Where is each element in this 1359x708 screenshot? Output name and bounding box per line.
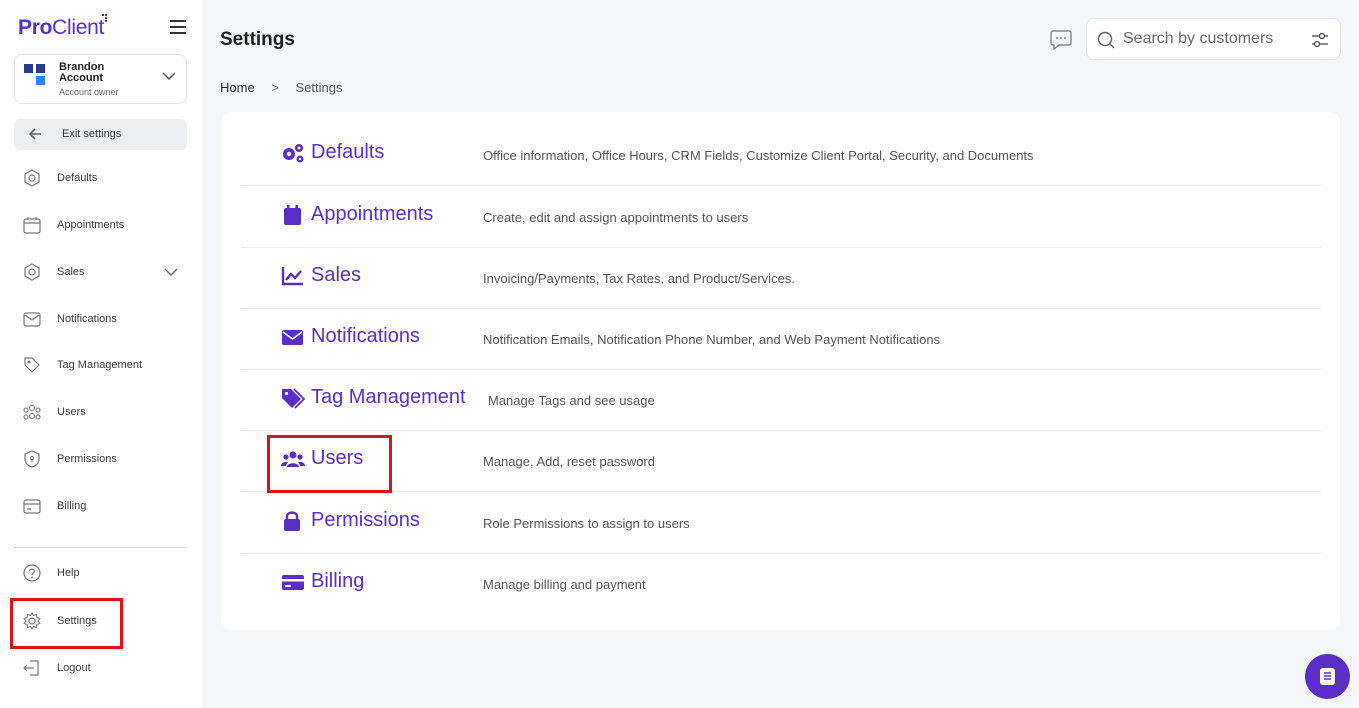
users-link[interactable]: Users bbox=[281, 447, 363, 470]
gear-icon bbox=[23, 611, 41, 631]
permissions-link[interactable]: Permissions bbox=[281, 509, 420, 532]
sidebar-item-settings[interactable]: Settings bbox=[14, 604, 187, 638]
sidebar-item-appointments[interactable]: Appointments bbox=[14, 208, 187, 242]
chevron-down-icon[interactable] bbox=[164, 267, 178, 277]
settings-row-billing: Billing Manage billing and payment bbox=[241, 554, 1321, 615]
notebook-icon bbox=[1320, 668, 1335, 685]
sidebar-item-defaults[interactable]: Defaults bbox=[14, 161, 187, 195]
chat-bubble-icon[interactable] bbox=[1050, 29, 1072, 50]
search-icon bbox=[1097, 31, 1115, 49]
users-icon bbox=[23, 404, 41, 420]
tag-management-description: Manage Tags and see usage bbox=[488, 393, 655, 408]
proclient-logo[interactable]: ProClient bbox=[18, 14, 107, 40]
tag-management-link[interactable]: Tag Management bbox=[281, 386, 466, 409]
exit-settings-button[interactable]: Exit settings bbox=[14, 119, 187, 150]
billing-description: Manage billing and payment bbox=[483, 577, 646, 592]
envelope-icon bbox=[23, 312, 41, 327]
defaults-description: Office information, Office Hours, CRM Fi… bbox=[483, 148, 1034, 163]
chart-line-icon bbox=[281, 266, 303, 285]
appointments-description: Create, edit and assign appointments to … bbox=[483, 210, 749, 225]
sidebar-item-tag-management[interactable]: Tag Management bbox=[14, 348, 187, 382]
sales-link[interactable]: Sales bbox=[281, 264, 361, 287]
breadcrumb: Home > Settings bbox=[220, 80, 343, 95]
appointments-link[interactable]: Appointments bbox=[281, 203, 433, 226]
sidebar-item-users[interactable]: Users bbox=[14, 395, 187, 429]
arrow-left-icon bbox=[28, 128, 41, 140]
sales-description: Invoicing/Payments, Tax Rates, and Produ… bbox=[483, 271, 795, 286]
settings-row-sales: Sales Invoicing/Payments, Tax Rates, and… bbox=[241, 248, 1321, 309]
search-bar bbox=[1086, 18, 1341, 60]
calendar-icon bbox=[23, 217, 41, 234]
sidebar-item-permissions[interactable]: Permissions bbox=[14, 442, 187, 476]
gears-icon bbox=[283, 143, 304, 162]
sidebar-item-help[interactable]: Help bbox=[14, 556, 187, 590]
hexagon-icon bbox=[24, 263, 40, 281]
lock-icon bbox=[284, 510, 300, 531]
settings-row-tag-management: Tag Management Manage Tags and see usage bbox=[241, 370, 1321, 431]
notifications-link[interactable]: Notifications bbox=[281, 325, 420, 348]
account-role: Account owner bbox=[59, 87, 119, 97]
account-switcher[interactable]: Brandon Account Account owner bbox=[14, 54, 187, 104]
settings-row-appointments: Appointments Create, edit and assign app… bbox=[241, 187, 1321, 248]
chat-widget-button[interactable] bbox=[1305, 654, 1350, 699]
account-logo-icon bbox=[24, 64, 46, 86]
envelope-icon bbox=[282, 329, 303, 345]
billing-link[interactable]: Billing bbox=[281, 570, 364, 593]
card-icon bbox=[23, 499, 41, 514]
search-input[interactable] bbox=[1123, 28, 1303, 50]
filter-sliders-icon[interactable] bbox=[1311, 31, 1329, 49]
sidebar-item-sales[interactable]: Sales bbox=[14, 255, 187, 289]
sidebar: ProClient Brandon Account Account owner … bbox=[0, 0, 202, 708]
help-circle-icon bbox=[23, 564, 41, 582]
sidebar-item-notifications[interactable]: Notifications bbox=[14, 302, 187, 336]
breadcrumb-separator: > bbox=[271, 80, 279, 95]
credit-card-icon bbox=[282, 574, 304, 590]
sidebar-item-logout[interactable]: Logout bbox=[14, 651, 187, 685]
sidebar-divider bbox=[14, 547, 187, 548]
permissions-description: Role Permissions to assign to users bbox=[483, 516, 690, 531]
chevron-down-icon bbox=[162, 72, 176, 81]
settings-row-notifications: Notifications Notification Emails, Notif… bbox=[241, 309, 1321, 370]
settings-card: Defaults Office information, Office Hour… bbox=[221, 112, 1340, 630]
users-description: Manage, Add, reset password bbox=[483, 454, 655, 469]
logo-dots-icon bbox=[102, 14, 107, 22]
hexagon-gear-icon bbox=[24, 169, 40, 187]
users-icon bbox=[281, 451, 305, 467]
logout-icon bbox=[23, 660, 39, 676]
page-title: Settings bbox=[220, 29, 295, 50]
settings-row-permissions: Permissions Role Permissions to assign t… bbox=[241, 493, 1321, 554]
tags-icon bbox=[282, 387, 305, 409]
tag-icon bbox=[24, 357, 40, 373]
defaults-link[interactable]: Defaults bbox=[281, 141, 384, 164]
calendar-icon bbox=[284, 204, 301, 225]
settings-row-users: Users Manage, Add, reset password bbox=[241, 431, 1321, 492]
sidebar-item-billing[interactable]: Billing bbox=[14, 489, 187, 523]
breadcrumb-home-link[interactable]: Home bbox=[220, 80, 255, 95]
hamburger-menu-icon[interactable] bbox=[170, 20, 186, 34]
breadcrumb-current: Settings bbox=[295, 80, 343, 95]
account-name: Brandon Account bbox=[59, 61, 105, 84]
notifications-description: Notification Emails, Notification Phone … bbox=[483, 332, 941, 347]
settings-row-defaults: Defaults Office information, Office Hour… bbox=[241, 125, 1321, 186]
shield-icon bbox=[24, 450, 40, 468]
